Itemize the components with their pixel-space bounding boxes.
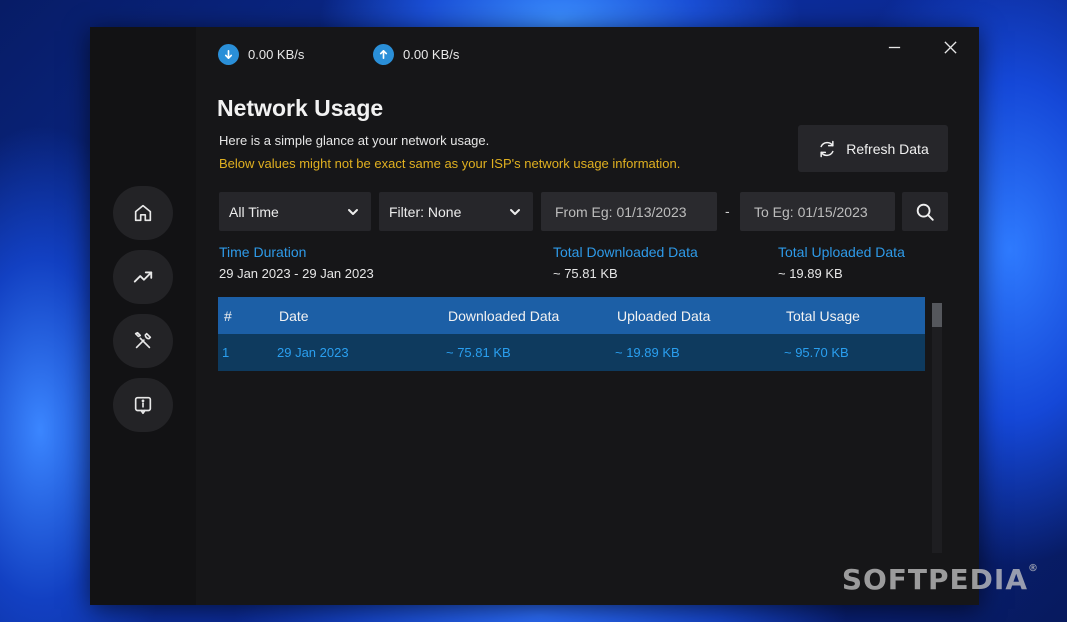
close-icon xyxy=(943,40,957,54)
refresh-icon xyxy=(820,140,834,157)
time-duration-value: 29 Jan 2023 - 29 Jan 2023 xyxy=(219,266,374,281)
minimize-icon xyxy=(888,46,900,48)
home-icon xyxy=(134,204,152,222)
table-row[interactable]: 1 29 Jan 2023 ~ 75.81 KB ~ 19.89 KB ~ 95… xyxy=(218,334,925,371)
total-downloaded-label: Total Downloaded Data xyxy=(553,244,698,260)
table-header: # Date Downloaded Data Uploaded Data Tot… xyxy=(218,297,925,334)
download-speed: 0.00 KB/s xyxy=(218,44,304,65)
total-uploaded-value: ~ 19.89 KB xyxy=(778,266,843,281)
registered-mark: ® xyxy=(1028,563,1039,574)
cell-uploaded: ~ 19.89 KB xyxy=(615,345,680,360)
tools-icon xyxy=(134,331,152,349)
column-header-date[interactable]: Date xyxy=(279,308,309,324)
page-subtitle: Here is a simple glance at your network … xyxy=(219,133,490,148)
usage-table: # Date Downloaded Data Uploaded Data Tot… xyxy=(218,297,925,371)
sidebar-item-tools[interactable] xyxy=(113,314,173,368)
search-icon xyxy=(916,203,934,221)
watermark-text: SOFTPEDIA xyxy=(841,563,1028,596)
refresh-data-button[interactable]: Refresh Data xyxy=(798,125,948,172)
time-range-dropdown[interactable]: All Time xyxy=(219,192,371,231)
filter-value: Filter: None xyxy=(389,203,462,220)
scrollbar-thumb[interactable] xyxy=(932,303,942,327)
column-header-downloaded[interactable]: Downloaded Data xyxy=(448,308,559,324)
page-title: Network Usage xyxy=(217,95,384,121)
upload-speed: 0.00 KB/s xyxy=(373,44,459,65)
download-speed-value: 0.00 KB/s xyxy=(248,47,305,62)
upload-arrow-icon xyxy=(373,44,394,65)
column-header-uploaded[interactable]: Uploaded Data xyxy=(617,308,710,324)
total-downloaded-value: ~ 75.81 KB xyxy=(553,266,618,281)
close-button[interactable] xyxy=(934,35,966,59)
minimize-button[interactable] xyxy=(878,35,910,59)
cell-downloaded: ~ 75.81 KB xyxy=(446,345,511,360)
sidebar xyxy=(90,27,196,605)
chevron-down-icon xyxy=(510,208,520,215)
app-window: 0.00 KB/s 0.00 KB/s Network Usage Here i… xyxy=(90,27,979,605)
to-date-input[interactable] xyxy=(740,192,895,231)
download-arrow-icon xyxy=(218,44,239,65)
trend-icon xyxy=(133,271,153,283)
table-scrollbar[interactable] xyxy=(932,303,942,553)
info-icon xyxy=(134,396,152,415)
total-uploaded-label: Total Uploaded Data xyxy=(778,244,905,260)
date-separator: - xyxy=(725,203,730,219)
upload-speed-value: 0.00 KB/s xyxy=(403,47,460,62)
sidebar-item-about[interactable] xyxy=(113,378,173,432)
column-header-index[interactable]: # xyxy=(224,308,232,324)
time-duration-label: Time Duration xyxy=(219,244,307,260)
main-panel: 0.00 KB/s 0.00 KB/s Network Usage Here i… xyxy=(196,27,979,605)
filter-dropdown[interactable]: Filter: None xyxy=(379,192,533,231)
cell-total: ~ 95.70 KB xyxy=(784,345,849,360)
refresh-data-label: Refresh Data xyxy=(846,140,929,157)
time-range-value: All Time xyxy=(229,203,279,220)
isp-warning-text: Below values might not be exact same as … xyxy=(219,156,681,171)
sidebar-item-usage[interactable] xyxy=(113,250,173,304)
cell-date: 29 Jan 2023 xyxy=(277,345,349,360)
sidebar-item-home[interactable] xyxy=(113,186,173,240)
chevron-down-icon xyxy=(348,208,358,215)
softpedia-watermark: SOFTPEDIA® xyxy=(842,563,1039,596)
search-button[interactable] xyxy=(902,192,948,231)
from-date-input[interactable] xyxy=(541,192,717,231)
column-header-total[interactable]: Total Usage xyxy=(786,308,860,324)
cell-index: 1 xyxy=(222,345,230,360)
